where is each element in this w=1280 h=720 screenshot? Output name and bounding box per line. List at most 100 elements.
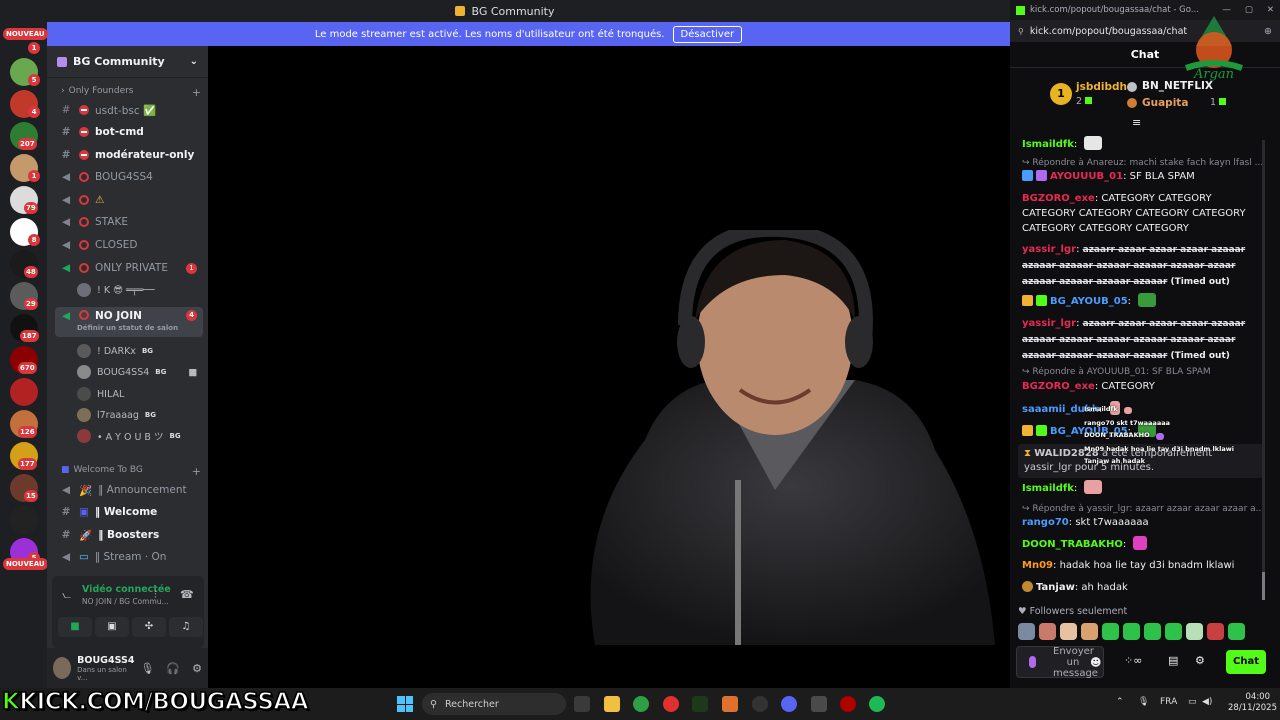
obs-icon[interactable] <box>752 696 768 712</box>
server-icon[interactable] <box>10 506 38 534</box>
disconnect-icon[interactable]: ☎ <box>180 588 194 601</box>
close-icon[interactable]: ✕ <box>1267 5 1274 15</box>
emote-button[interactable] <box>1102 623 1119 640</box>
input-language[interactable]: FRA <box>1160 697 1177 707</box>
microphone-icon[interactable]: 🎙 <box>1138 697 1149 707</box>
chat-scrollbar-track[interactable] <box>1262 140 1265 600</box>
emote-button[interactable] <box>1039 623 1056 640</box>
emoji-picker-icon[interactable]: ☻ <box>1090 656 1101 669</box>
app-icon[interactable] <box>811 696 827 712</box>
leader-name[interactable]: Guapita <box>1142 97 1188 109</box>
expand-leaderboard-icon[interactable]: ≡ <box>1132 116 1141 129</box>
emote-button[interactable] <box>1165 623 1182 640</box>
noise-suppression-icon[interactable]: ⫶ <box>154 588 157 602</box>
chat-scrollbar-thumb[interactable] <box>1262 572 1265 600</box>
chat-username[interactable]: BG_AYOUB_05 <box>1050 296 1128 307</box>
channel-bot-cmd[interactable]: # bot-cmd <box>55 122 203 142</box>
emote-button[interactable] <box>1228 623 1245 640</box>
channel-closed[interactable]: ◀ CLOSED <box>55 235 203 255</box>
microphone-icon[interactable] <box>1029 656 1036 668</box>
camera-button[interactable]: ■ <box>58 617 92 637</box>
voice-member[interactable]: HILAL <box>77 385 124 403</box>
disable-streamer-mode-button[interactable]: Désactiver <box>672 25 743 43</box>
channel-only-private[interactable]: ◀ ONLY PRIVATE 1 <box>55 258 203 278</box>
leader-name[interactable]: jsbdibdh <box>1076 81 1127 93</box>
zoom-icon[interactable]: ⊕ <box>1264 26 1272 37</box>
leader-name[interactable]: BN_NETFLIX <box>1142 80 1213 92</box>
file-explorer-icon[interactable] <box>604 696 620 712</box>
channel-stream-on[interactable]: ◀ ▭ ‖ Stream · On <box>55 547 203 567</box>
task-view-icon[interactable] <box>574 696 590 712</box>
category-welcome-to-bg[interactable]: ■ Welcome To BG + <box>61 465 201 478</box>
channel-no-join[interactable]: ◀ NO JOIN 4 Définir un statut de salon <box>55 307 203 337</box>
windows-start-icon[interactable] <box>397 696 413 712</box>
emote-button[interactable] <box>1081 623 1098 640</box>
channel-boug4ss4[interactable]: ◀ BOUG4SS4 <box>55 167 203 187</box>
chat-username[interactable]: yassir_lgr <box>1022 244 1076 255</box>
chrome-icon[interactable] <box>633 696 649 712</box>
emote-button[interactable] <box>1207 623 1224 640</box>
opera-icon[interactable] <box>663 696 679 712</box>
voice-member[interactable]: BOUG4SS4 BG ■ <box>77 363 197 381</box>
taskbar-search[interactable]: ⚲ Rechercher <box>422 693 566 715</box>
channel-moderateur-only[interactable]: # modérateur-only <box>55 145 203 165</box>
taskbar-clock[interactable]: 04:00 28/11/2025 <box>1228 692 1277 714</box>
add-channel-icon[interactable]: + <box>192 465 201 478</box>
guild-header[interactable]: BG Community ⌄ <box>47 46 208 78</box>
add-channel-icon[interactable]: + <box>192 86 201 99</box>
server-icon[interactable] <box>10 378 38 406</box>
chevron-down-icon[interactable]: ⌄ <box>190 56 198 67</box>
chat-username[interactable]: Ismaildfk <box>1022 139 1074 150</box>
screen-share-button[interactable]: ▣ <box>95 617 129 637</box>
emote-button[interactable] <box>1186 623 1203 640</box>
category-only-founders[interactable]: › Only Founders + <box>61 86 201 99</box>
chat-username[interactable]: rango70 <box>1022 517 1069 528</box>
channel-welcome[interactable]: # ▣ ‖ Welcome <box>55 502 203 522</box>
signal-icon[interactable]: ⦦ <box>62 588 71 602</box>
volume-icon[interactable]: ◀) <box>1202 697 1212 707</box>
chat-username[interactable]: Ismaildfk <box>1022 483 1074 494</box>
send-chat-button[interactable]: Chat <box>1226 650 1266 674</box>
chat-username[interactable]: yassir_lgr <box>1022 318 1076 329</box>
headphones-icon[interactable]: 🎧 <box>166 662 180 675</box>
store-icon[interactable]: ▤ <box>1168 654 1178 667</box>
channel-status-hint[interactable]: Définir un statut de salon <box>77 324 178 332</box>
site-info-icon[interactable]: ⚲ <box>1018 27 1024 36</box>
avatar[interactable] <box>53 657 72 679</box>
emote-button[interactable] <box>1123 623 1140 640</box>
chat-username[interactable]: BGZORO_exe <box>1022 381 1095 392</box>
voice-member[interactable]: ! DARKx BG <box>77 342 153 360</box>
chat-username[interactable]: AYOUUUB_01 <box>1050 171 1123 182</box>
channel-usdt-bsc[interactable]: # usdt-bsc ✅ <box>55 100 203 120</box>
voice-member[interactable]: • A Y O U B ツ BG <box>77 427 181 445</box>
microphone-icon[interactable]: 🎙 <box>140 662 154 675</box>
discord-icon[interactable] <box>781 696 797 712</box>
channel-warning[interactable]: ◀ ⚠ <box>55 190 203 210</box>
chat-username[interactable]: BGZORO_exe <box>1022 193 1095 204</box>
emote-button[interactable] <box>1060 623 1077 640</box>
emote-button[interactable] <box>1144 623 1161 640</box>
channel-boosters[interactable]: # 🚀 ‖ Boosters <box>55 525 203 545</box>
reply-context[interactable]: ↪ Répondre à AYOUUUB_01: SF BLA SPAM <box>1022 365 1268 380</box>
gear-icon[interactable]: ⚙ <box>192 662 202 675</box>
channel-announcement[interactable]: ◀ 🎉 ‖ Announcement <box>55 480 203 500</box>
voice-member[interactable]: l7raaaag BG <box>77 406 156 424</box>
emote-button[interactable] <box>1018 623 1035 640</box>
network-icon[interactable]: ▭ <box>1188 697 1197 707</box>
voice-member[interactable]: ! K 😎 ═╤═── <box>77 281 155 299</box>
chat-username[interactable]: Tanjaw <box>1036 582 1075 593</box>
chat-username[interactable]: DOON_TRABAKHO <box>1022 539 1123 550</box>
chat-username[interactable]: Mn09 <box>1022 560 1053 571</box>
channel-stake[interactable]: ◀ STAKE <box>55 212 203 232</box>
app-icon[interactable] <box>722 696 738 712</box>
activities-button[interactable]: ✣ <box>132 617 166 637</box>
spotify-icon[interactable] <box>869 696 885 712</box>
app-icon[interactable] <box>840 696 856 712</box>
user-status: Dans un salon v... <box>77 665 127 682</box>
chat-input[interactable]: Envoyer un message ☻ <box>1016 646 1104 679</box>
gear-icon[interactable]: ⚙ <box>1195 654 1205 667</box>
extensions-icon[interactable]: ⁘∞ <box>1124 654 1142 667</box>
show-hidden-icons-icon[interactable]: ⌃ <box>1116 697 1124 707</box>
kick-app-icon[interactable] <box>692 696 708 712</box>
soundboard-button[interactable]: ♫ <box>169 617 203 637</box>
